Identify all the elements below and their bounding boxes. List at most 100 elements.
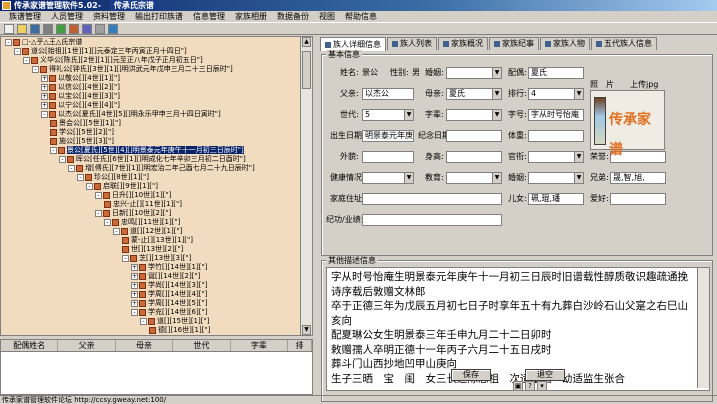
memo-scrollbar[interactable] xyxy=(697,268,709,388)
zibei-select[interactable]: ▼ xyxy=(446,109,502,121)
mother-field[interactable]: 夏氏 ▼ xyxy=(446,88,502,100)
collapse-icon[interactable]: - xyxy=(32,65,39,73)
hobby-field[interactable] xyxy=(610,193,666,205)
tree-scrollbar[interactable]: ▲ ▼ xyxy=(300,37,312,335)
scroll-down-icon[interactable]: ▼ xyxy=(302,325,311,335)
tree-node[interactable]: - 以杰公[夏氏][4世][5][]明永乐甲申三月十四日寅时"] xyxy=(41,110,221,119)
children-field[interactable]: 珮,琨,璠 xyxy=(528,193,584,205)
tree-node[interactable]: 景会公[][5世][1]["] xyxy=(50,119,121,128)
tree-node[interactable]: - 道[][15世][1]["] xyxy=(140,317,209,326)
family-tree-panel[interactable]: - □-△乎△王△氏宗谱 - 道公[始祖][1世][1][]元泰定三年丙寅正月十四日"… xyxy=(0,36,313,336)
tab-3[interactable]: 家族概况 xyxy=(438,37,488,50)
deeds-field[interactable] xyxy=(362,214,502,226)
tree-node[interactable]: - 道公[始祖][1世][1][]元泰定三年丙寅正月十四日"] xyxy=(14,47,187,56)
tab-1[interactable]: 族人详细信息 xyxy=(320,37,386,51)
collapse-icon[interactable]: - xyxy=(5,38,12,46)
collapse-icon[interactable]: - xyxy=(68,164,75,172)
tree-node[interactable]: + 以宝公[][4世][3]["] xyxy=(41,92,120,101)
spouse-grid[interactable]: 配偶姓名 父亲 母亲 世代 字辈排 xyxy=(0,339,313,395)
tree-icon[interactable] xyxy=(82,23,92,34)
tree-node[interactable]: + 学竹[][14世][1]["] xyxy=(131,263,207,272)
collapse-icon[interactable]: - xyxy=(50,146,57,154)
generation-select[interactable]: 5 ▼ xyxy=(362,109,414,121)
collapse-icon[interactable]: - xyxy=(122,254,129,262)
chevron-down-icon[interactable]: ▼ xyxy=(574,89,583,99)
tree-node[interactable]: - 义华公[陈氏][2世][1][]元至正八年戊子正月初五日"] xyxy=(23,56,203,65)
expand-icon[interactable]: + xyxy=(41,74,48,82)
expand-icon[interactable]: + xyxy=(131,263,138,271)
menu-item[interactable]: 家族相册 xyxy=(230,11,272,22)
chevron-down-icon[interactable]: ▼ xyxy=(492,173,501,183)
menu-item[interactable]: 视图 xyxy=(314,11,340,22)
tree-node[interactable]: - 晖公[任氏][6世][1][]明成化七年辛卯三月初二日酉时"] xyxy=(59,155,246,164)
tab-5[interactable]: 家族人物 xyxy=(540,37,590,50)
tree-node[interactable]: + 以信公[][4世][2]["] xyxy=(41,83,120,92)
tree-node[interactable]: - 景公[夏氏][5世][4][]明景泰元年庚午十一月初三日辰时"] xyxy=(50,146,244,155)
expand-icon[interactable]: + xyxy=(131,290,138,298)
collapse-icon[interactable]: - xyxy=(104,218,111,226)
tree-node[interactable]: - 启联[][9世][1]["] xyxy=(86,182,158,191)
chevron-down-icon[interactable]: ▼ xyxy=(574,173,583,183)
collapse-icon[interactable]: - xyxy=(140,317,147,325)
description-memo[interactable]: 字从时号怡庵生明景泰元年庚午十一月初三日辰时旧谱载性醇质敬识趣疏通挽 诗序载后敦赠… xyxy=(326,267,710,391)
photo-icon[interactable] xyxy=(69,23,79,34)
save-button[interactable]: 保存 xyxy=(451,369,491,381)
chevron-down-icon[interactable]: ▼ xyxy=(492,68,501,78)
collapse-icon[interactable]: - xyxy=(95,209,102,217)
tree-node[interactable]: 忠兴-止[][11世][1]["] xyxy=(104,200,182,209)
siblings-field[interactable]: 晟,智,旭, xyxy=(610,172,666,184)
collapse-icon[interactable]: - xyxy=(86,182,93,190)
collapse-icon[interactable]: - xyxy=(77,173,84,181)
chevron-down-icon[interactable]: ▼ xyxy=(404,110,413,120)
wife-field[interactable]: 夏氏 xyxy=(528,67,584,79)
tab-6[interactable]: 五代族人信息 xyxy=(591,37,657,50)
chevron-down-icon[interactable]: ▼ xyxy=(574,152,583,162)
tree-node[interactable]: - □-△乎△王△氏宗谱 xyxy=(5,38,82,47)
collapse-icon[interactable]: - xyxy=(131,308,138,316)
help-icon[interactable]: ? xyxy=(525,381,535,391)
marriage-select[interactable]: ▼ xyxy=(528,172,584,184)
tree-node[interactable]: - 得礼公[钟氏][3世][1][]明洪武元年戊申三月二十三日辰时"] xyxy=(32,65,233,74)
scroll-up-icon[interactable]: ▲ xyxy=(302,37,311,47)
menu-item[interactable]: 帮助信息 xyxy=(340,11,382,22)
zihao-field[interactable]: 字从时号怡庵 xyxy=(528,109,584,121)
weight-field[interactable] xyxy=(528,130,584,142)
photo-box[interactable]: 传承家谱 xyxy=(590,90,665,158)
collapse-icon[interactable]: - xyxy=(59,155,66,163)
tree-node[interactable]: 施公[][5世][3]["] xyxy=(50,137,114,146)
tree-node[interactable]: - 学充[][14世][6]["] xyxy=(131,308,207,317)
menu-item[interactable]: 输出打印族谱 xyxy=(130,11,188,22)
rank-select[interactable]: 4 ▼ xyxy=(528,88,584,100)
tree-node[interactable]: + 诞[][14世][2]["] xyxy=(131,272,200,281)
tree-node[interactable]: 学公[][5世][2]["] xyxy=(50,128,114,137)
tab-4[interactable]: 家族纪事 xyxy=(489,37,539,50)
expand-icon[interactable]: + xyxy=(131,272,138,280)
memorial-field[interactable] xyxy=(446,130,502,142)
grid-column-header[interactable]: 配偶姓名 xyxy=(1,340,59,351)
birth-field[interactable]: 明景泰元年庚午 xyxy=(362,130,414,142)
close-button[interactable]: 退空 xyxy=(525,369,565,381)
save-icon[interactable] xyxy=(30,23,40,34)
print-icon[interactable] xyxy=(43,23,53,34)
expand-icon[interactable]: + xyxy=(41,101,48,109)
menu-item[interactable]: 信息管理 xyxy=(188,11,230,22)
dropdown-icon[interactable]: ▾ xyxy=(537,381,547,391)
tree-node[interactable]: + 以敬公[][4世][1]["] xyxy=(41,74,120,83)
tree-node[interactable]: 世[][13世][2]["] xyxy=(122,245,183,254)
expand-icon[interactable]: + xyxy=(131,281,138,289)
menu-item[interactable]: 族谱管理 xyxy=(4,11,46,22)
official-select[interactable]: ▼ xyxy=(528,151,584,163)
new-file-icon[interactable] xyxy=(4,23,14,34)
grid-column-header[interactable]: 排 xyxy=(288,340,313,351)
collapse-icon[interactable]: - xyxy=(41,110,48,118)
tree-node[interactable]: + 学周[][14世][5]["] xyxy=(131,299,207,308)
expand-icon[interactable]: + xyxy=(131,299,138,307)
address-field[interactable] xyxy=(362,193,502,205)
tab-2[interactable]: 族人列表 xyxy=(387,37,437,50)
menu-item[interactable]: 数据备份 xyxy=(272,11,314,22)
tree-node[interactable]: - 日新[][10世][2]["] xyxy=(95,209,171,218)
grid-column-header[interactable]: 母亲 xyxy=(116,340,174,351)
tree-node[interactable]: - 珍公[][8世][1]["] xyxy=(77,173,149,182)
tree-node[interactable]: 德[][16世][1]["] xyxy=(149,326,210,335)
tree-node[interactable]: + 学尚[][14世][3]["] xyxy=(131,281,207,290)
